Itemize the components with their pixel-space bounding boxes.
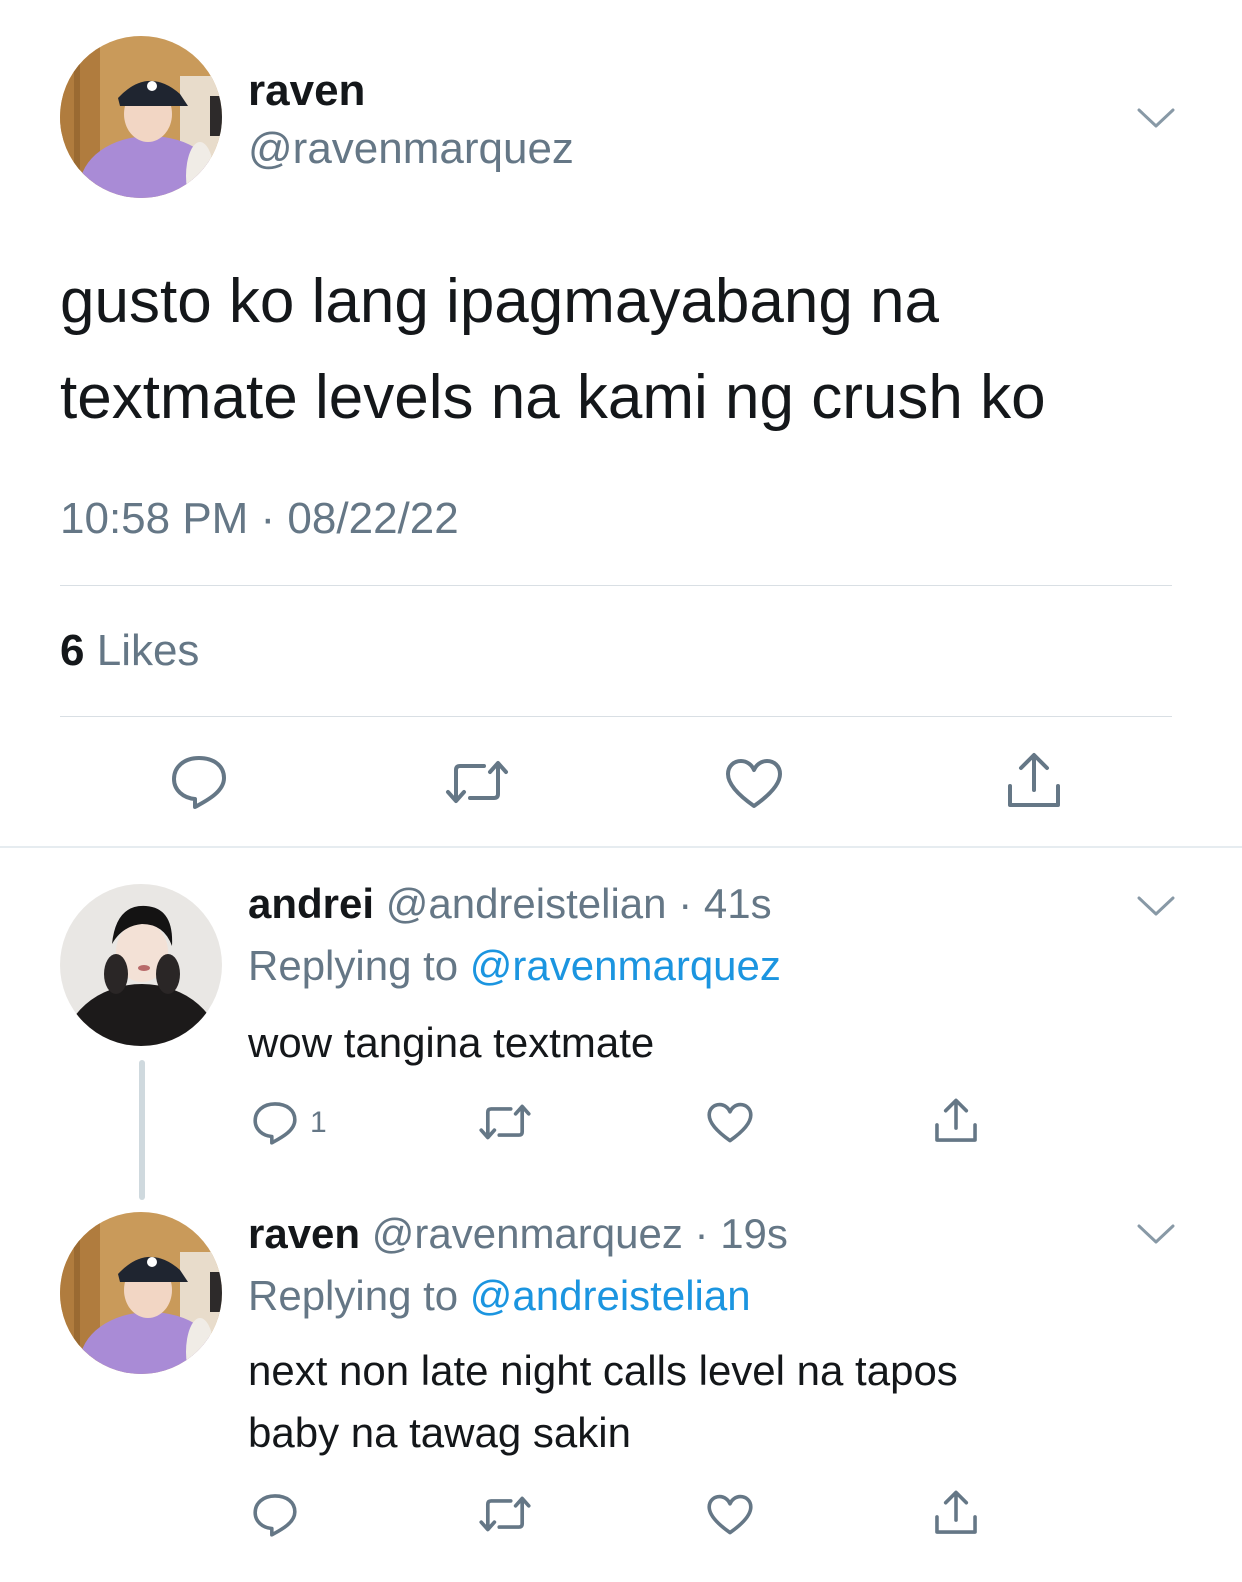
divider: [60, 716, 1172, 717]
like-icon[interactable]: [706, 1494, 754, 1536]
like-icon[interactable]: [724, 758, 784, 810]
author-name[interactable]: raven: [248, 66, 365, 116]
section-divider: [0, 846, 1242, 848]
likes-count: 6: [60, 626, 85, 675]
reply-text: wow tangina textmate: [248, 1019, 655, 1066]
reply-count: 1: [310, 1106, 327, 1139]
avatar[interactable]: [60, 36, 222, 198]
retweet-icon[interactable]: [444, 760, 510, 804]
reply-text-line: baby na tawag sakin: [248, 1409, 631, 1456]
thread-line: [139, 1060, 145, 1200]
avatar[interactable]: [60, 884, 222, 1046]
author-handle[interactable]: @ravenmarquez: [248, 124, 574, 174]
chevron-down-icon[interactable]: [1136, 106, 1176, 130]
reply-time[interactable]: 41s: [704, 880, 772, 927]
replying-label: Replying to: [248, 942, 459, 989]
share-icon[interactable]: [1004, 752, 1064, 810]
avatar-image: [60, 1212, 222, 1374]
reply-author-name[interactable]: andrei: [248, 880, 374, 927]
chevron-down-icon[interactable]: [1136, 894, 1176, 918]
reply-text-line: next non late night calls level na tapos: [248, 1347, 958, 1394]
avatar-image: [60, 884, 222, 1046]
share-icon[interactable]: [932, 1490, 980, 1536]
tweet-timestamp[interactable]: 10:58 PM · 08/22/22: [60, 494, 459, 544]
reply-time[interactable]: 19s: [720, 1210, 788, 1257]
likes-stat[interactable]: 6 Likes: [60, 626, 199, 676]
replying-to: Replying to @andreistelian: [248, 1272, 751, 1320]
separator-dot: ·: [694, 1210, 709, 1257]
separator-dot: ·: [678, 880, 693, 927]
chevron-down-icon[interactable]: [1136, 1222, 1176, 1246]
tweet-text-line: textmate levels na kami ng crush ko: [60, 363, 1046, 432]
divider: [60, 585, 1172, 586]
reply-icon[interactable]: [170, 754, 228, 810]
reply-header: raven @ravenmarquez · 19s: [248, 1210, 788, 1258]
reply-icon[interactable]: [252, 1100, 298, 1146]
share-icon[interactable]: [932, 1098, 980, 1144]
likes-label: Likes: [96, 626, 200, 675]
replying-label: Replying to: [248, 1272, 459, 1319]
avatar-image: [60, 36, 222, 198]
retweet-icon[interactable]: [478, 1104, 532, 1140]
tweet-text-line: gusto ko lang ipagmayabang na: [60, 267, 939, 336]
reply-author-name[interactable]: raven: [248, 1210, 360, 1257]
avatar[interactable]: [60, 1212, 222, 1374]
tweet-text: gusto ko lang ipagmayabang na textmate l…: [60, 254, 1180, 446]
retweet-icon[interactable]: [478, 1496, 532, 1532]
tweet-thread: raven @ravenmarquez gusto ko lang ipagma…: [0, 0, 1242, 1582]
reply-icon[interactable]: [252, 1492, 298, 1538]
reply-author-handle[interactable]: @andreistelian: [386, 880, 667, 927]
reply-text: next non late night calls level na tapos…: [248, 1340, 1148, 1464]
replying-to: Replying to @ravenmarquez: [248, 942, 781, 990]
reply-header: andrei @andreistelian · 41s: [248, 880, 772, 928]
reply-author-handle[interactable]: @ravenmarquez: [372, 1210, 683, 1257]
like-icon[interactable]: [706, 1102, 754, 1144]
replying-mention[interactable]: @andreistelian: [470, 1272, 751, 1319]
replying-mention[interactable]: @ravenmarquez: [470, 942, 781, 989]
